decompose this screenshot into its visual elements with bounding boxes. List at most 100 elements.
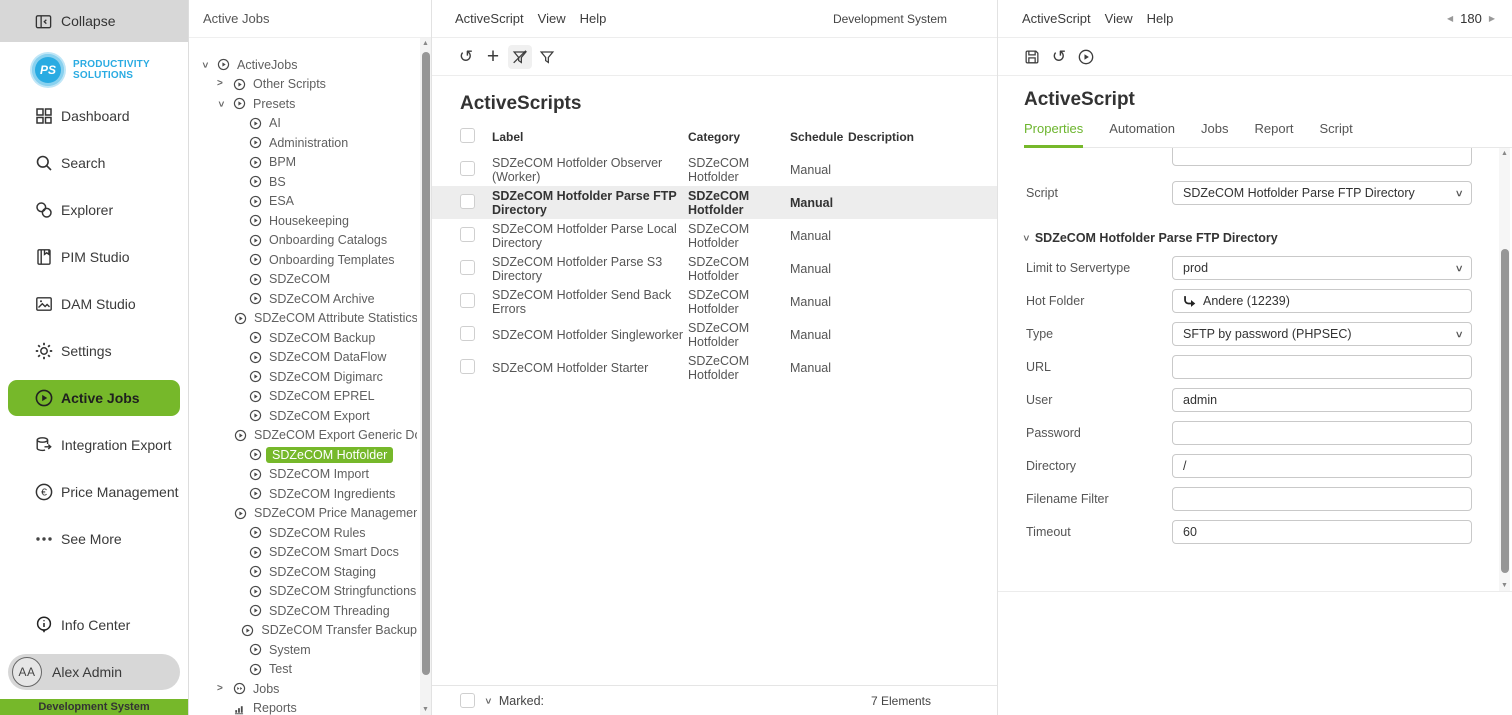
tree-scrollbar[interactable]: ▲ ▼ <box>420 38 431 715</box>
refresh-button[interactable]: ↺ <box>1047 45 1071 69</box>
tree-node-sdzecom-eprel[interactable]: SDZeCOM EPREL <box>189 387 417 407</box>
tree-node-sdzecom-rules[interactable]: SDZeCOM Rules <box>189 523 417 543</box>
tree-node-sdzecom-threading[interactable]: SDZeCOM Threading <box>189 601 417 621</box>
column-header-category[interactable]: Category <box>688 130 790 144</box>
tree-node-sdzecom[interactable]: SDZeCOM <box>189 270 417 290</box>
tree-node-onboarding-templates[interactable]: Onboarding Templates <box>189 250 417 270</box>
chevron-right-icon[interactable]: > <box>217 684 223 694</box>
tree-node-sdzecom-smart-docs[interactable]: SDZeCOM Smart Docs <box>189 543 417 563</box>
chevron-down-icon[interactable]: > <box>199 62 209 68</box>
scrollbar-thumb[interactable] <box>1501 249 1509 573</box>
tree-node-bs[interactable]: BS <box>189 172 417 192</box>
column-header-schedule[interactable]: Schedule <box>790 130 848 144</box>
section-header-sdzecom-hotfolder-parse-ftp-directory[interactable]: >SDZeCOM Hotfolder Parse FTP Directory <box>1022 228 1278 248</box>
tree-node-sdzecom-export-generic-docs[interactable]: SDZeCOM Export Generic Docs <box>189 426 417 446</box>
scroll-down-icon[interactable]: ▼ <box>1499 582 1510 589</box>
tree-node-sdzecom-backup[interactable]: SDZeCOM Backup <box>189 328 417 348</box>
table-row[interactable]: SDZeCOM Hotfolder StarterSDZeCOM Hotfold… <box>432 351 997 384</box>
tab-properties[interactable]: Properties <box>1024 121 1083 148</box>
tree-node-sdzecom-ingredients[interactable]: SDZeCOM Ingredients <box>189 484 417 504</box>
row-checkbox[interactable] <box>460 359 475 374</box>
tree-node-presets[interactable]: >Presets <box>189 94 417 114</box>
tree-node-sdzecom-staging[interactable]: SDZeCOM Staging <box>189 562 417 582</box>
scrollbar-thumb[interactable] <box>422 52 430 675</box>
sidebar-item-integration-export[interactable]: Integration Export <box>0 421 188 468</box>
sidebar-item-search[interactable]: Search <box>0 139 188 186</box>
chevron-right-icon[interactable]: > <box>217 79 223 89</box>
sidebar-item-dashboard[interactable]: Dashboard <box>0 92 188 139</box>
tab-report[interactable]: Report <box>1254 121 1293 147</box>
row-checkbox[interactable] <box>460 326 475 341</box>
hot-folder-field[interactable]: Andere (12239) <box>1172 289 1472 313</box>
refresh-button[interactable]: ↺ <box>454 45 478 69</box>
menu-view[interactable]: View <box>1105 11 1133 26</box>
sidebar-item-price-management[interactable]: €Price Management <box>0 468 188 515</box>
tree-node-esa[interactable]: ESA <box>189 192 417 212</box>
column-header-description[interactable]: Description <box>848 130 997 144</box>
tree-node-sdzecom-transfer-backup[interactable]: SDZeCOM Transfer Backup <box>189 621 417 641</box>
timeout-input[interactable]: 60 <box>1172 520 1472 544</box>
script-select[interactable]: SDZeCOM Hotfolder Parse FTP Directory> <box>1172 181 1472 205</box>
clipped-field[interactable] <box>1172 148 1472 166</box>
table-row[interactable]: SDZeCOM Hotfolder Observer (Worker)SDZeC… <box>432 153 997 186</box>
brand-logo[interactable]: PS PRODUCTIVITY SOLUTIONS <box>0 48 188 92</box>
chevron-down-icon[interactable]: > <box>215 101 225 107</box>
pager-prev-icon[interactable]: ◀ <box>1447 14 1453 23</box>
tree-node-sdzecom-archive[interactable]: SDZeCOM Archive <box>189 289 417 309</box>
menu-help[interactable]: Help <box>580 11 607 26</box>
sidebar-item-info-center[interactable]: Info Center <box>0 601 188 648</box>
sidebar-item-pim-studio[interactable]: PIM Studio <box>0 233 188 280</box>
tab-automation[interactable]: Automation <box>1109 121 1175 147</box>
sidebar-item-see-more[interactable]: See More <box>0 515 188 562</box>
tree-node-administration[interactable]: Administration <box>189 133 417 153</box>
table-row[interactable]: SDZeCOM Hotfolder Send Back ErrorsSDZeCO… <box>432 285 997 318</box>
menu-activescript[interactable]: ActiveScript <box>1022 11 1091 26</box>
row-checkbox[interactable] <box>460 227 475 242</box>
sidebar-item-active-jobs[interactable]: Active Jobs <box>8 380 180 416</box>
row-checkbox[interactable] <box>460 194 475 209</box>
tree-node-sdzecom-dataflow[interactable]: SDZeCOM DataFlow <box>189 348 417 368</box>
tree-node-system[interactable]: System <box>189 640 417 660</box>
tab-script[interactable]: Script <box>1320 121 1353 147</box>
table-row[interactable]: SDZeCOM Hotfolder SingleworkerSDZeCOM Ho… <box>432 318 997 351</box>
tree-node-bpm[interactable]: BPM <box>189 153 417 173</box>
tree-node-activejobs[interactable]: >ActiveJobs <box>189 55 417 75</box>
tree-node-housekeeping[interactable]: Housekeeping <box>189 211 417 231</box>
url-input[interactable] <box>1172 355 1472 379</box>
chevron-down-icon[interactable]: > <box>1020 235 1030 241</box>
filter-button[interactable] <box>535 45 559 69</box>
sidebar-item-dam-studio[interactable]: DAM Studio <box>0 280 188 327</box>
pager-next-icon[interactable]: ▶ <box>1489 14 1495 23</box>
tree-node-sdzecom-hotfolder[interactable]: SDZeCOM Hotfolder <box>189 445 417 465</box>
tree-node-sdzecom-import[interactable]: SDZeCOM Import <box>189 465 417 485</box>
select-all-checkbox[interactable] <box>460 128 475 143</box>
run-button[interactable] <box>1074 45 1098 69</box>
filename-filter-input[interactable] <box>1172 487 1472 511</box>
limit-to-servertype-select[interactable]: prod> <box>1172 256 1472 280</box>
marked-checkbox[interactable] <box>460 693 475 708</box>
tree-node-jobs[interactable]: >Jobs <box>189 679 417 699</box>
tree-node-sdzecom-export[interactable]: SDZeCOM Export <box>189 406 417 426</box>
scroll-down-icon[interactable]: ▼ <box>420 706 431 713</box>
directory-input[interactable]: / <box>1172 454 1472 478</box>
clear-filter-button[interactable] <box>508 45 532 69</box>
scroll-up-icon[interactable]: ▲ <box>1499 150 1510 157</box>
tree-node-onboarding-catalogs[interactable]: Onboarding Catalogs <box>189 231 417 251</box>
tree-node-sdzecom-price-management[interactable]: SDZeCOM Price Management <box>189 504 417 524</box>
sidebar-item-settings[interactable]: Settings <box>0 327 188 374</box>
table-row[interactable]: SDZeCOM Hotfolder Parse Local DirectoryS… <box>432 219 997 252</box>
tree-node-sdzecom-stringfunctions[interactable]: SDZeCOM Stringfunctions <box>189 582 417 602</box>
form-scrollbar[interactable]: ▲ ▼ <box>1499 148 1510 591</box>
add-button[interactable]: + <box>481 45 505 69</box>
menu-activescript[interactable]: ActiveScript <box>455 11 524 26</box>
save-button[interactable] <box>1020 45 1044 69</box>
table-row[interactable]: SDZeCOM Hotfolder Parse S3 DirectorySDZe… <box>432 252 997 285</box>
user-menu[interactable]: AA Alex Admin <box>8 654 180 690</box>
sidebar-item-explorer[interactable]: Explorer <box>0 186 188 233</box>
chevron-down-icon[interactable]: > <box>482 698 492 704</box>
menu-help[interactable]: Help <box>1147 11 1174 26</box>
user-input[interactable]: admin <box>1172 388 1472 412</box>
tree-node-ai[interactable]: AI <box>189 114 417 134</box>
column-header-label[interactable]: Label <box>492 130 688 144</box>
tree-node-reports[interactable]: Reports <box>189 699 417 715</box>
